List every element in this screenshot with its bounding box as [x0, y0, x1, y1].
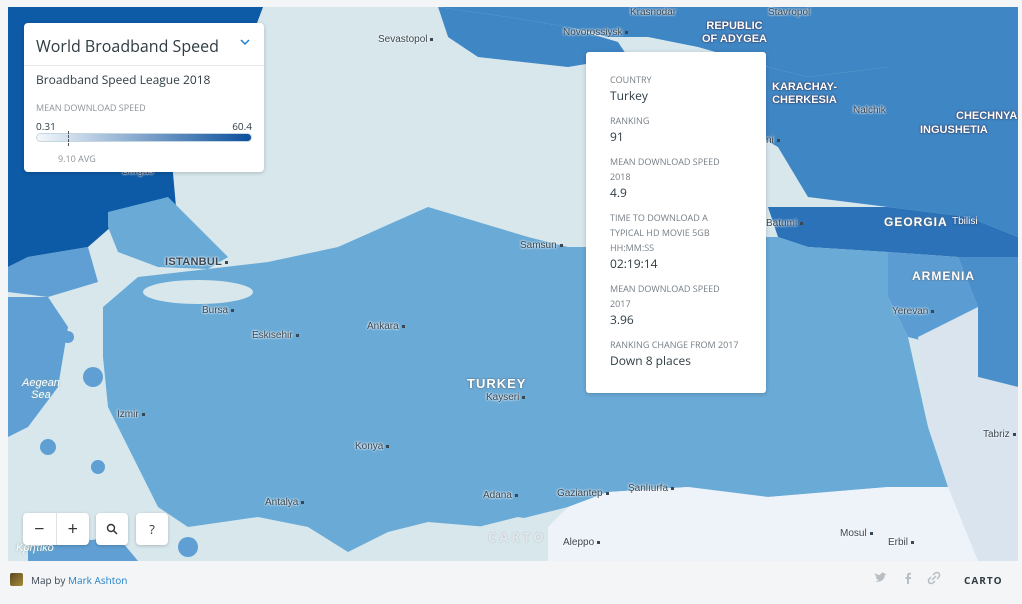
city-label: Konya: [355, 441, 390, 452]
region-label-chechnya: CHECHNYA: [956, 110, 1018, 122]
city-label: Bursa: [202, 305, 235, 316]
feature-popup: COUNTRY Turkey RANKING 91 MEAN DOWNLOAD …: [586, 52, 766, 393]
city-label: Stavropol: [768, 7, 811, 18]
legend-subtitle: Broadband Speed League 2018: [36, 71, 211, 88]
island: [62, 331, 74, 343]
popup-field: TIME TO DOWNLOAD A TYPICAL HD MOVIE 5GB …: [610, 210, 742, 271]
legend-panel: World Broadband Speed Broadband Speed Le…: [24, 23, 264, 172]
popup-key: TIME TO DOWNLOAD A TYPICAL HD MOVIE 5GB …: [610, 211, 710, 254]
legend-min: 0.31: [36, 119, 56, 133]
map-by-label: Map by: [31, 573, 66, 587]
link-icon[interactable]: [927, 571, 941, 585]
city-label: Krasnodar: [630, 7, 677, 18]
chevron-down-icon[interactable]: [240, 37, 250, 47]
country-label-armenia: ARMENIA: [912, 269, 975, 283]
help-button[interactable]: ?: [136, 513, 168, 545]
country-label-turkey: TURKEY: [467, 376, 527, 391]
carto-watermark: CARTO: [488, 528, 547, 546]
city-label: Tbilisi: [952, 216, 978, 227]
city-label-istanbul: ISTANBUL: [165, 256, 229, 268]
popup-field: MEAN DOWNLOAD SPEED 2018 4.9: [610, 154, 742, 200]
legend-title: World Broadband Speed: [36, 35, 219, 57]
city-label: ni: [766, 135, 780, 146]
facebook-icon[interactable]: [901, 571, 915, 585]
popup-field: RANKING CHANGE FROM 2017 Down 8 places: [610, 337, 742, 368]
search-icon: [106, 523, 118, 535]
legend-max: 60.4: [232, 119, 252, 133]
popup-field: MEAN DOWNLOAD SPEED 2017 3.96: [610, 281, 742, 327]
popup-field: COUNTRY Turkey: [610, 72, 742, 103]
city-label: Aleppo: [563, 537, 601, 548]
carto-logo[interactable]: CARTO: [964, 573, 1003, 587]
city-label: Eskisehir: [252, 330, 299, 341]
country-label-georgia: GEORGIA: [884, 215, 948, 229]
city-label: Şanlıurfa: [628, 483, 675, 494]
region-label-karachay: KARACHAY- CHERKESIA: [772, 81, 837, 106]
island: [178, 537, 198, 557]
popup-key: MEAN DOWNLOAD SPEED 2017: [610, 282, 720, 310]
city-label: Yerevan: [892, 306, 935, 317]
zoom-in-button[interactable]: +: [57, 513, 90, 545]
popup-key: MEAN DOWNLOAD SPEED 2018: [610, 155, 720, 183]
author-avatar: [10, 573, 23, 586]
island: [40, 439, 56, 455]
city-label: Kayseri: [486, 392, 526, 403]
city-label: Mosul: [840, 528, 873, 539]
city-label: Nalchik: [853, 105, 886, 116]
map-credit: Map by Mark Ashton: [31, 573, 127, 587]
island: [83, 367, 103, 387]
sea-marmara: [143, 280, 253, 304]
popup-value: Turkey: [610, 87, 648, 104]
popup-key: RANKING CHANGE FROM 2017: [610, 338, 739, 351]
popup-value: 3.96: [610, 311, 634, 328]
popup-value: 02:19:14: [610, 255, 658, 272]
city-label: Tabriz: [983, 429, 1016, 440]
footer-bar: Map by Mark Ashton CARTO: [0, 561, 1022, 604]
popup-value: 91: [610, 128, 624, 145]
city-label: Batumi: [766, 218, 804, 229]
twitter-icon[interactable]: [874, 571, 888, 585]
island: [91, 460, 105, 474]
region-label-ingushetia: INGUSHETIA: [920, 124, 988, 136]
legend-avg-marker: [67, 131, 69, 146]
zoom-control: − +: [23, 513, 89, 545]
legend-avg-label: 9.10 AVG: [58, 152, 96, 165]
city-label: Samsun: [520, 240, 563, 251]
app-frame: Krasnodar Stavropol Sevastopol Novorossi…: [0, 0, 1022, 604]
popup-value: 4.9: [610, 184, 627, 201]
city-label: Erbil: [888, 537, 915, 548]
popup-key: RANKING: [610, 114, 650, 127]
region-label-adygea: REPUBLIC OF ADYGEA: [702, 20, 767, 45]
city-label: Novorossiysk: [563, 27, 629, 38]
city-label: Izmir: [117, 409, 145, 420]
legend-divider: [24, 65, 264, 66]
city-label: Antalya: [265, 497, 305, 508]
legend-variable: MEAN DOWNLOAD SPEED: [36, 101, 146, 114]
sea-label-aegean: Aegean Sea: [22, 377, 60, 401]
city-label: Adana: [483, 490, 518, 501]
author-link[interactable]: Mark Ashton: [68, 573, 127, 587]
city-label: Ankara: [367, 321, 405, 332]
city-label: Gaziantep: [557, 488, 609, 499]
city-label: Sevastopol: [378, 34, 434, 45]
popup-key: COUNTRY: [610, 73, 652, 86]
search-button[interactable]: [96, 513, 128, 545]
popup-value: Down 8 places: [610, 352, 691, 369]
popup-field: RANKING 91: [610, 113, 742, 144]
region-syria-iraq[interactable]: [548, 487, 978, 561]
zoom-out-button[interactable]: −: [23, 513, 56, 545]
